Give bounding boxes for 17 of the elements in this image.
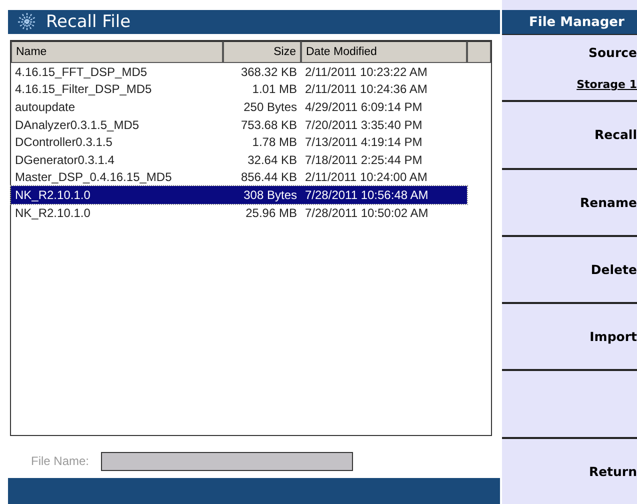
column-header[interactable]: Name — [11, 41, 223, 63]
file-row[interactable]: 4.16.15_Filter_DSP_MD5 1.01 MB 2/11/2011 10:24:36 AM — [11, 80, 467, 98]
file-row[interactable]: Master_DSP_0.4.16.15_MD5 856.44 KB 2/11/2011 10:24:00 AM — [11, 168, 467, 186]
file-row[interactable]: NK_R2.10.1.0 308 Bytes 7/28/2011 10:56:48 AM — [11, 186, 467, 204]
column-header[interactable]: Date Modified — [301, 41, 467, 63]
window-title: Recall File — [46, 12, 131, 32]
file-row[interactable]: NK_R2.10.1.0 25.96 MB 7/28/2011 10:50:02 AM — [11, 204, 467, 222]
file-row[interactable]: autoupdate 250 Bytes 4/29/2011 6:09:14 PM — [11, 98, 467, 116]
starburst-logo-icon — [16, 12, 38, 32]
file-row[interactable]: DAnalyzer0.3.1.5_MD5 753.68 KB 7/20/2011 3:35:40 PM — [11, 116, 467, 134]
file-row[interactable]: DController0.3.1.5 1.78 MB 7/13/2011 4:19:14 PM — [11, 133, 467, 151]
file-row[interactable]: 4.16.15_FFT_DSP_MD5 368.32 KB 2/11/2011 10:23:22 AM — [11, 63, 467, 81]
menu-title: File Manager — [502, 10, 637, 35]
file-name-label: File Name: — [31, 454, 90, 468]
file-name-field[interactable] — [101, 452, 354, 470]
column-header[interactable]: Size — [223, 41, 301, 63]
file-row[interactable]: DGenerator0.3.1.4 32.64 KB 7/18/2011 2:25:44 PM — [11, 150, 467, 169]
